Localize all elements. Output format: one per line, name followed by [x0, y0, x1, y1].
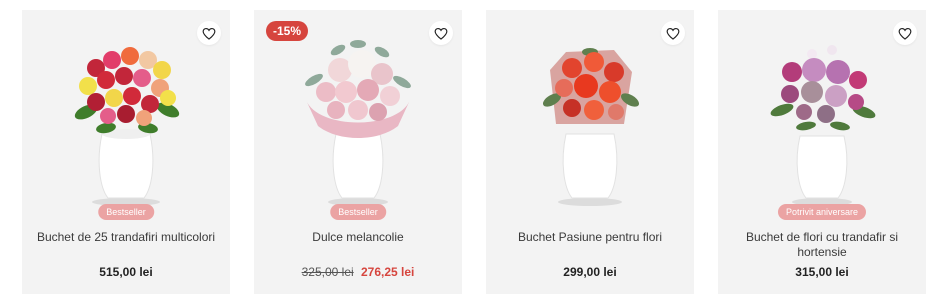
product-image[interactable] [510, 30, 670, 210]
product-price: 299,00 lei [563, 265, 617, 279]
product-price: 515,00 lei [99, 265, 153, 279]
old-price: 325,00 lei [301, 265, 354, 279]
product-image[interactable] [742, 30, 902, 210]
product-card[interactable]: -15% Bestseller Dulce melancolie 325,00 … [254, 10, 462, 294]
product-grid: Bestseller Buchet de 25 trandafiri multi… [0, 0, 940, 296]
product-image[interactable] [46, 30, 206, 210]
product-title[interactable]: Buchet Pasiune pentru flori [496, 230, 684, 245]
product-card[interactable]: Bestseller Buchet de 25 trandafiri multi… [22, 10, 230, 294]
bestseller-badge: Bestseller [98, 204, 154, 220]
sale-price: 276,25 lei [361, 265, 415, 279]
product-price: 315,00 lei [795, 265, 849, 279]
product-card[interactable]: Buchet Pasiune pentru flori 299,00 lei [486, 10, 694, 294]
product-card[interactable]: Potrivit aniversare Buchet de flori cu t… [718, 10, 926, 294]
occasion-badge: Potrivit aniversare [777, 204, 867, 220]
product-image[interactable] [278, 30, 438, 210]
product-price: 325,00 lei 276,25 lei [254, 264, 462, 280]
product-title[interactable]: Dulce melancolie [264, 230, 452, 245]
bestseller-badge: Bestseller [330, 204, 386, 220]
product-title[interactable]: Buchet de 25 trandafiri multicolori [32, 230, 220, 245]
product-title[interactable]: Buchet de flori cu trandafir si hortensi… [728, 230, 916, 260]
